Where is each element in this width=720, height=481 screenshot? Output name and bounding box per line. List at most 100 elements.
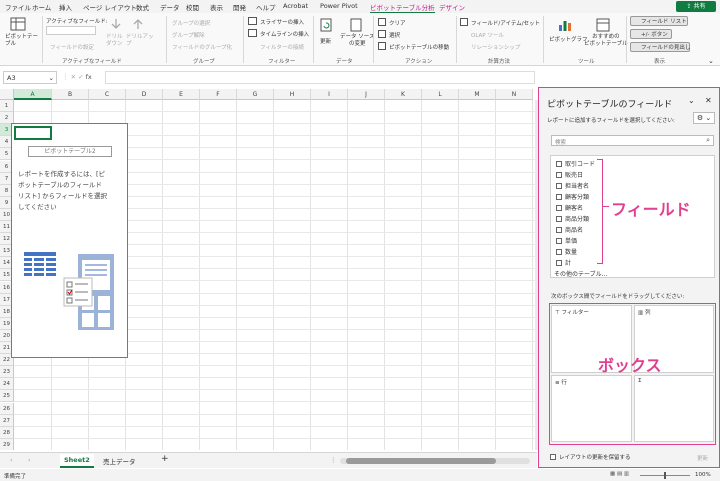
- pane-options-chevron-icon[interactable]: ⌄: [688, 96, 695, 105]
- field-checkbox[interactable]: [556, 194, 562, 200]
- fx-icon[interactable]: ⋮ ✕ ✓ fx: [62, 73, 92, 81]
- ungroup-button[interactable]: グループ解除: [172, 31, 205, 39]
- tab-review[interactable]: 校閲: [186, 2, 199, 12]
- row-header[interactable]: 29: [0, 438, 14, 450]
- row-header[interactable]: 27: [0, 414, 14, 427]
- pivot-placeholder[interactable]: ピボットテーブル2 レポートを作成するには、[ピ ボットテーブルのフィールド リ…: [11, 123, 128, 358]
- column-header[interactable]: B: [52, 89, 89, 100]
- zoom-slider[interactable]: [640, 472, 690, 479]
- tab-pivot-analyze[interactable]: ピボットテーブル分析: [370, 2, 435, 14]
- refresh-button[interactable]: 更新: [320, 37, 331, 45]
- search-icon[interactable]: ⌕: [706, 136, 710, 145]
- field-item[interactable]: 数量: [556, 247, 577, 256]
- field-checkbox[interactable]: [556, 249, 562, 255]
- row-header[interactable]: 23: [0, 366, 14, 379]
- field-item[interactable]: 取引コード: [556, 159, 595, 168]
- column-header[interactable]: E: [163, 89, 200, 100]
- field-item[interactable]: 顧客分類: [556, 192, 589, 201]
- tab-insert[interactable]: 挿入: [59, 2, 72, 12]
- sheet-next-icon[interactable]: ›: [28, 456, 31, 464]
- selected-cell[interactable]: [14, 126, 52, 140]
- field-item[interactable]: 計: [556, 258, 571, 267]
- column-header[interactable]: D: [126, 89, 163, 100]
- tab-page-layout[interactable]: ページ レイアウト: [83, 2, 137, 12]
- field-checkbox[interactable]: [556, 260, 562, 266]
- field-item[interactable]: 販売日: [556, 170, 583, 179]
- insert-slicer-button[interactable]: スライサーの挿入: [260, 18, 304, 26]
- formula-input[interactable]: [105, 71, 535, 84]
- zoom-slider-thumb[interactable]: [664, 472, 666, 479]
- field-item[interactable]: 担当者名: [556, 181, 589, 190]
- search-input[interactable]: 検索 ⌕: [551, 135, 714, 146]
- tab-data[interactable]: データ: [160, 2, 180, 12]
- rows-area[interactable]: ≡ 行: [551, 375, 632, 442]
- row-header[interactable]: 25: [0, 390, 14, 403]
- values-area[interactable]: Σ: [634, 375, 714, 442]
- drill-down-button[interactable]: ドリル ダウン: [106, 34, 123, 48]
- fields-items-sets-button[interactable]: フィールド/アイテム/セット: [471, 19, 540, 27]
- name-box-dropdown-icon[interactable]: ⌄: [49, 72, 54, 84]
- tab-acrobat[interactable]: Acrobat: [283, 2, 308, 10]
- column-header[interactable]: N: [496, 89, 533, 100]
- sheet-options-icon[interactable]: ⋮: [330, 456, 337, 464]
- column-header[interactable]: M: [459, 89, 496, 100]
- sheet-prev-icon[interactable]: ‹: [10, 456, 13, 464]
- recommended-pivot-button[interactable]: おすすめの ピボットテーブル: [584, 34, 628, 48]
- row-header[interactable]: 28: [0, 426, 14, 439]
- field-item[interactable]: 商品分類: [556, 214, 589, 223]
- field-checkbox[interactable]: [556, 227, 562, 233]
- column-header[interactable]: J: [348, 89, 385, 100]
- relationships-button[interactable]: リレーションシップ: [471, 43, 520, 51]
- field-checkbox[interactable]: [556, 238, 562, 244]
- sheet-tab-sheet2[interactable]: Sheet2: [60, 454, 94, 468]
- tab-power-pivot[interactable]: Power Pivot: [320, 2, 358, 10]
- field-checkbox[interactable]: [556, 161, 562, 167]
- olap-tools-button[interactable]: OLAP ツール: [471, 31, 504, 39]
- gear-icon[interactable]: ⚙ ⌄: [693, 112, 715, 124]
- zoom-level[interactable]: 100%: [695, 472, 711, 478]
- row-header[interactable]: 26: [0, 402, 14, 415]
- field-checkbox[interactable]: [556, 183, 562, 189]
- active-field-input[interactable]: [46, 26, 96, 35]
- select-button[interactable]: 選択: [389, 31, 400, 39]
- row-header[interactable]: 24: [0, 378, 14, 391]
- clear-button[interactable]: クリア: [389, 19, 406, 27]
- field-item[interactable]: 顧客名: [556, 203, 583, 212]
- column-header[interactable]: H: [274, 89, 311, 100]
- name-box[interactable]: A3 ⌄: [3, 71, 57, 84]
- add-sheet-icon[interactable]: +: [161, 454, 169, 464]
- column-header[interactable]: L: [422, 89, 459, 100]
- row-header[interactable]: 1: [0, 100, 14, 112]
- field-settings-button[interactable]: フィールドの設定: [50, 43, 94, 51]
- change-source-button[interactable]: データ ソース の変更: [340, 34, 374, 48]
- field-checkbox[interactable]: [556, 205, 562, 211]
- update-button[interactable]: 更新: [697, 454, 708, 462]
- tab-developer[interactable]: 開発: [233, 2, 246, 12]
- group-field-button[interactable]: フィールドのグループ化: [172, 43, 232, 51]
- tab-view[interactable]: 表示: [210, 2, 223, 12]
- pivot-table-icon[interactable]: [10, 17, 26, 31]
- column-header[interactable]: C: [89, 89, 126, 100]
- insert-timeline-button[interactable]: タイムラインの挿入: [260, 30, 309, 38]
- column-header[interactable]: F: [200, 89, 237, 100]
- tab-file[interactable]: ファイル: [5, 2, 31, 12]
- select-all-corner[interactable]: [0, 89, 14, 100]
- close-icon[interactable]: ✕: [705, 96, 712, 105]
- field-checkbox[interactable]: [556, 216, 562, 222]
- sheet-tab-sales[interactable]: 売上データ: [103, 456, 136, 466]
- column-header[interactable]: A: [14, 89, 52, 100]
- view-normal-icon[interactable]: ▦ ▤ ▥: [610, 471, 629, 477]
- drill-up-button[interactable]: ドリルアッ プ: [126, 34, 154, 48]
- collapse-ribbon-icon[interactable]: ⌄: [708, 57, 714, 65]
- filter-connections-button[interactable]: フィルターの接続: [260, 43, 304, 51]
- pivot-chart-button[interactable]: ピボットグラフ: [549, 35, 588, 43]
- tab-help[interactable]: ヘルプ: [256, 2, 276, 12]
- column-header[interactable]: K: [385, 89, 422, 100]
- share-button[interactable]: ⇪ 共有: [676, 1, 716, 12]
- column-header[interactable]: G: [237, 89, 274, 100]
- more-tables-link[interactable]: その他のテーブル...: [554, 269, 607, 278]
- defer-checkbox[interactable]: [550, 454, 556, 460]
- field-item[interactable]: 商品名: [556, 225, 583, 234]
- tab-formulas[interactable]: 数式: [136, 2, 149, 12]
- defer-layout-update[interactable]: レイアウトの更新を保留する: [550, 453, 631, 461]
